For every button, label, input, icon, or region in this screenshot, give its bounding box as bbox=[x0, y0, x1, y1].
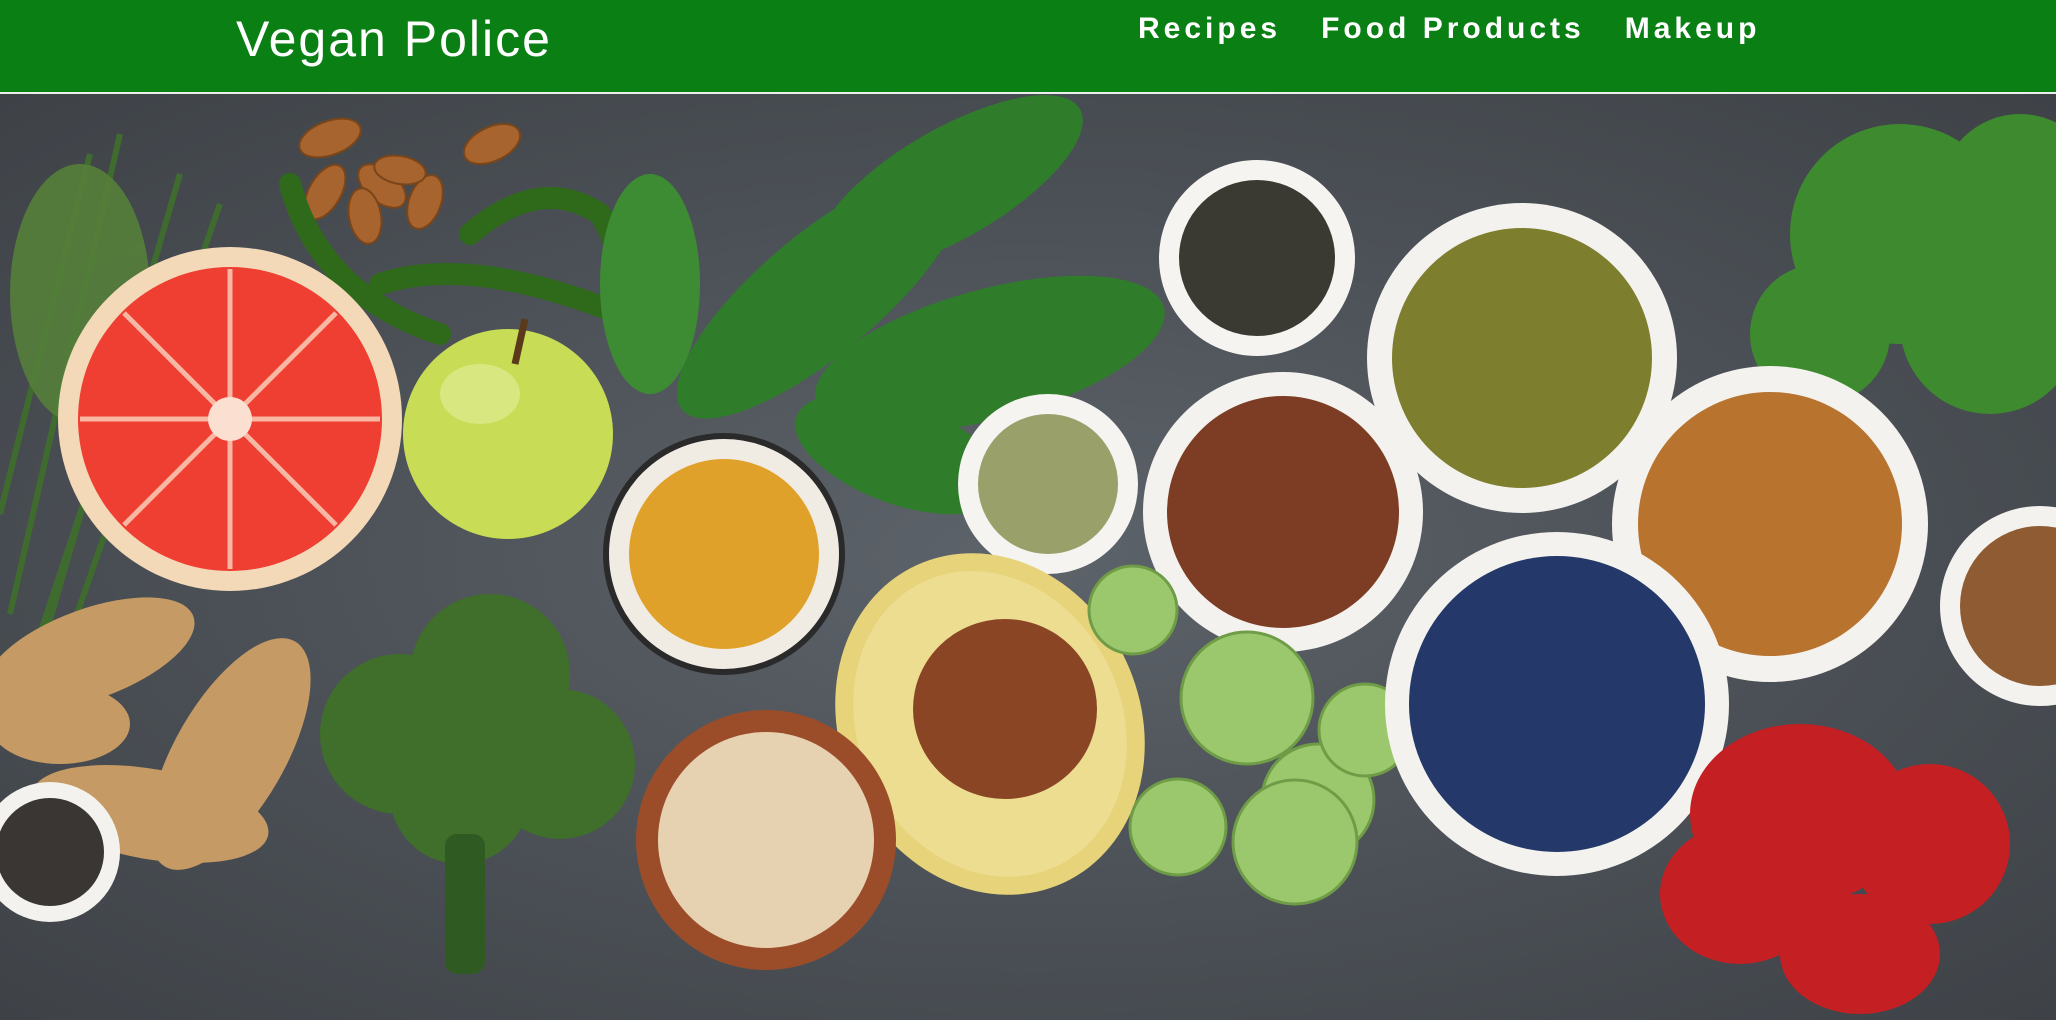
wheat-grain-bowl bbox=[1940, 506, 2056, 706]
nav-link-makeup[interactable]: Makeup bbox=[1625, 12, 1761, 46]
flax-seeds-bowl bbox=[1143, 372, 1423, 652]
nav-link-food-products[interactable]: Food Products bbox=[1321, 12, 1585, 46]
tea-leaves-bowl bbox=[1159, 160, 1355, 356]
nav-link-recipes[interactable]: Recipes bbox=[1138, 12, 1281, 46]
site-brand-logo[interactable]: Vegan Police bbox=[236, 10, 552, 68]
green-apple bbox=[403, 318, 613, 539]
oats-bowl bbox=[636, 710, 896, 970]
grapefruit-half bbox=[58, 247, 402, 591]
top-navbar: Vegan Police Recipes Food Products Makeu… bbox=[0, 0, 2056, 94]
matcha-bowl bbox=[958, 394, 1138, 574]
pomegranate bbox=[1660, 724, 2010, 1014]
hero-image bbox=[0, 94, 2056, 1020]
broccoli bbox=[320, 594, 635, 974]
blueberries-bowl bbox=[1385, 532, 1729, 876]
main-nav: Recipes Food Products Makeup bbox=[1138, 12, 1760, 46]
vegetables-flatlay-illustration bbox=[0, 95, 2056, 1014]
turmeric-bowl bbox=[603, 433, 845, 675]
